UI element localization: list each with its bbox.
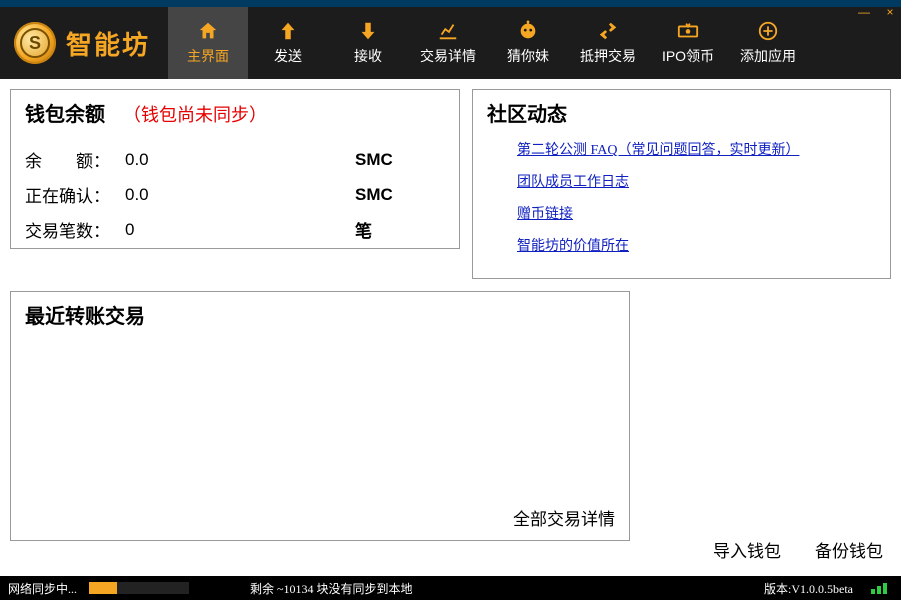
nav-exchange[interactable]: 抵押交易	[568, 7, 648, 79]
network-signal-icon	[871, 583, 887, 594]
robot-icon	[517, 20, 539, 42]
nav-label: 发送	[274, 46, 302, 66]
balance-value: 0	[125, 220, 355, 240]
sync-progress-fill	[89, 582, 117, 594]
status-bar: 网络同步中... 剩余 ~10134 块没有同步到本地 版本:V1.0.0.5b…	[0, 576, 901, 600]
wallet-not-synced-label: （钱包尚未同步）	[123, 101, 267, 127]
community-link[interactable]: 第二轮公测 FAQ（常见问题回答，实时更新）	[517, 139, 876, 159]
balance-label: 交易笔数：	[25, 217, 125, 242]
main-nav: 主界面 发送 接收 交易详情 猜你妹 抵押交易 IPO领币 添加应用	[168, 7, 808, 79]
balance-row: 正在确认：0.0SMC	[25, 182, 445, 207]
nav-chart[interactable]: 交易详情	[408, 7, 488, 79]
minimize-button[interactable]: —	[857, 5, 871, 19]
balance-panel: 钱包余额 （钱包尚未同步） 余 额：0.0SMC正在确认：0.0SMC交易笔数：…	[10, 89, 460, 249]
community-link[interactable]: 智能坊的价值所在	[517, 235, 876, 255]
nav-arrow-up[interactable]: 发送	[248, 7, 328, 79]
wallet-actions: 导入钱包 备份钱包	[713, 537, 883, 562]
nav-arrow-down[interactable]: 接收	[328, 7, 408, 79]
header: S 智能坊 主界面 发送 接收 交易详情 猜你妹 抵押交易 IPO领币 添加应用	[0, 7, 901, 79]
backup-wallet-button[interactable]: 备份钱包	[815, 537, 883, 562]
app-name: 智能坊	[66, 25, 150, 62]
nav-label: 猜你妹	[507, 46, 549, 66]
nav-label: 接收	[354, 46, 382, 66]
nav-home[interactable]: 主界面	[168, 7, 248, 79]
app-logo-icon: S	[14, 22, 56, 64]
community-panel: 社区动态 第二轮公测 FAQ（常见问题回答，实时更新） 团队成员工作日志赠币链接智…	[472, 89, 891, 279]
title-bar: — ×	[0, 0, 901, 7]
nav-robot[interactable]: 猜你妹	[488, 7, 568, 79]
logo-area: S 智能坊	[0, 22, 168, 64]
home-icon	[197, 20, 219, 42]
balance-row: 交易笔数：0笔	[25, 217, 445, 242]
nav-label: 主界面	[187, 46, 229, 66]
balance-title: 钱包余额	[25, 98, 105, 127]
version-label: 版本:V1.0.0.5beta	[764, 580, 853, 597]
balance-label: 余 额：	[25, 147, 125, 172]
plus-icon	[757, 20, 779, 42]
community-link[interactable]: 团队成员工作日志	[517, 171, 876, 191]
balance-value: 0.0	[125, 185, 355, 205]
balance-unit: SMC	[355, 185, 415, 205]
community-link[interactable]: 赠币链接	[517, 203, 876, 223]
import-wallet-button[interactable]: 导入钱包	[713, 537, 781, 562]
recent-transactions-panel: 最近转账交易 全部交易详情	[10, 291, 630, 541]
nav-label: 抵押交易	[580, 46, 636, 66]
community-title: 社区动态	[487, 98, 876, 127]
close-button[interactable]: ×	[883, 5, 897, 19]
recent-title: 最近转账交易	[25, 300, 615, 329]
cash-icon	[677, 20, 699, 42]
exchange-icon	[597, 20, 619, 42]
content-area: 钱包余额 （钱包尚未同步） 余 额：0.0SMC正在确认：0.0SMC交易笔数：…	[0, 79, 901, 576]
nav-label: 添加应用	[740, 46, 796, 66]
blocks-remaining-label: 剩余 ~10134 块没有同步到本地	[250, 580, 413, 597]
balance-label: 正在确认：	[25, 182, 125, 207]
sync-progress-bar	[89, 582, 189, 594]
chart-icon	[437, 20, 459, 42]
arrow-down-icon	[357, 20, 379, 42]
balance-unit: 笔	[355, 217, 415, 242]
arrow-up-icon	[277, 20, 299, 42]
balance-value: 0.0	[125, 150, 355, 170]
logo-letter: S	[20, 28, 50, 58]
sync-status-label: 网络同步中...	[0, 580, 85, 597]
nav-label: IPO领币	[662, 46, 714, 66]
nav-cash[interactable]: IPO领币	[648, 7, 728, 79]
balance-unit: SMC	[355, 150, 415, 170]
all-transactions-link[interactable]: 全部交易详情	[513, 505, 615, 530]
nav-plus[interactable]: 添加应用	[728, 7, 808, 79]
nav-label: 交易详情	[420, 46, 476, 66]
balance-row: 余 额：0.0SMC	[25, 147, 445, 172]
